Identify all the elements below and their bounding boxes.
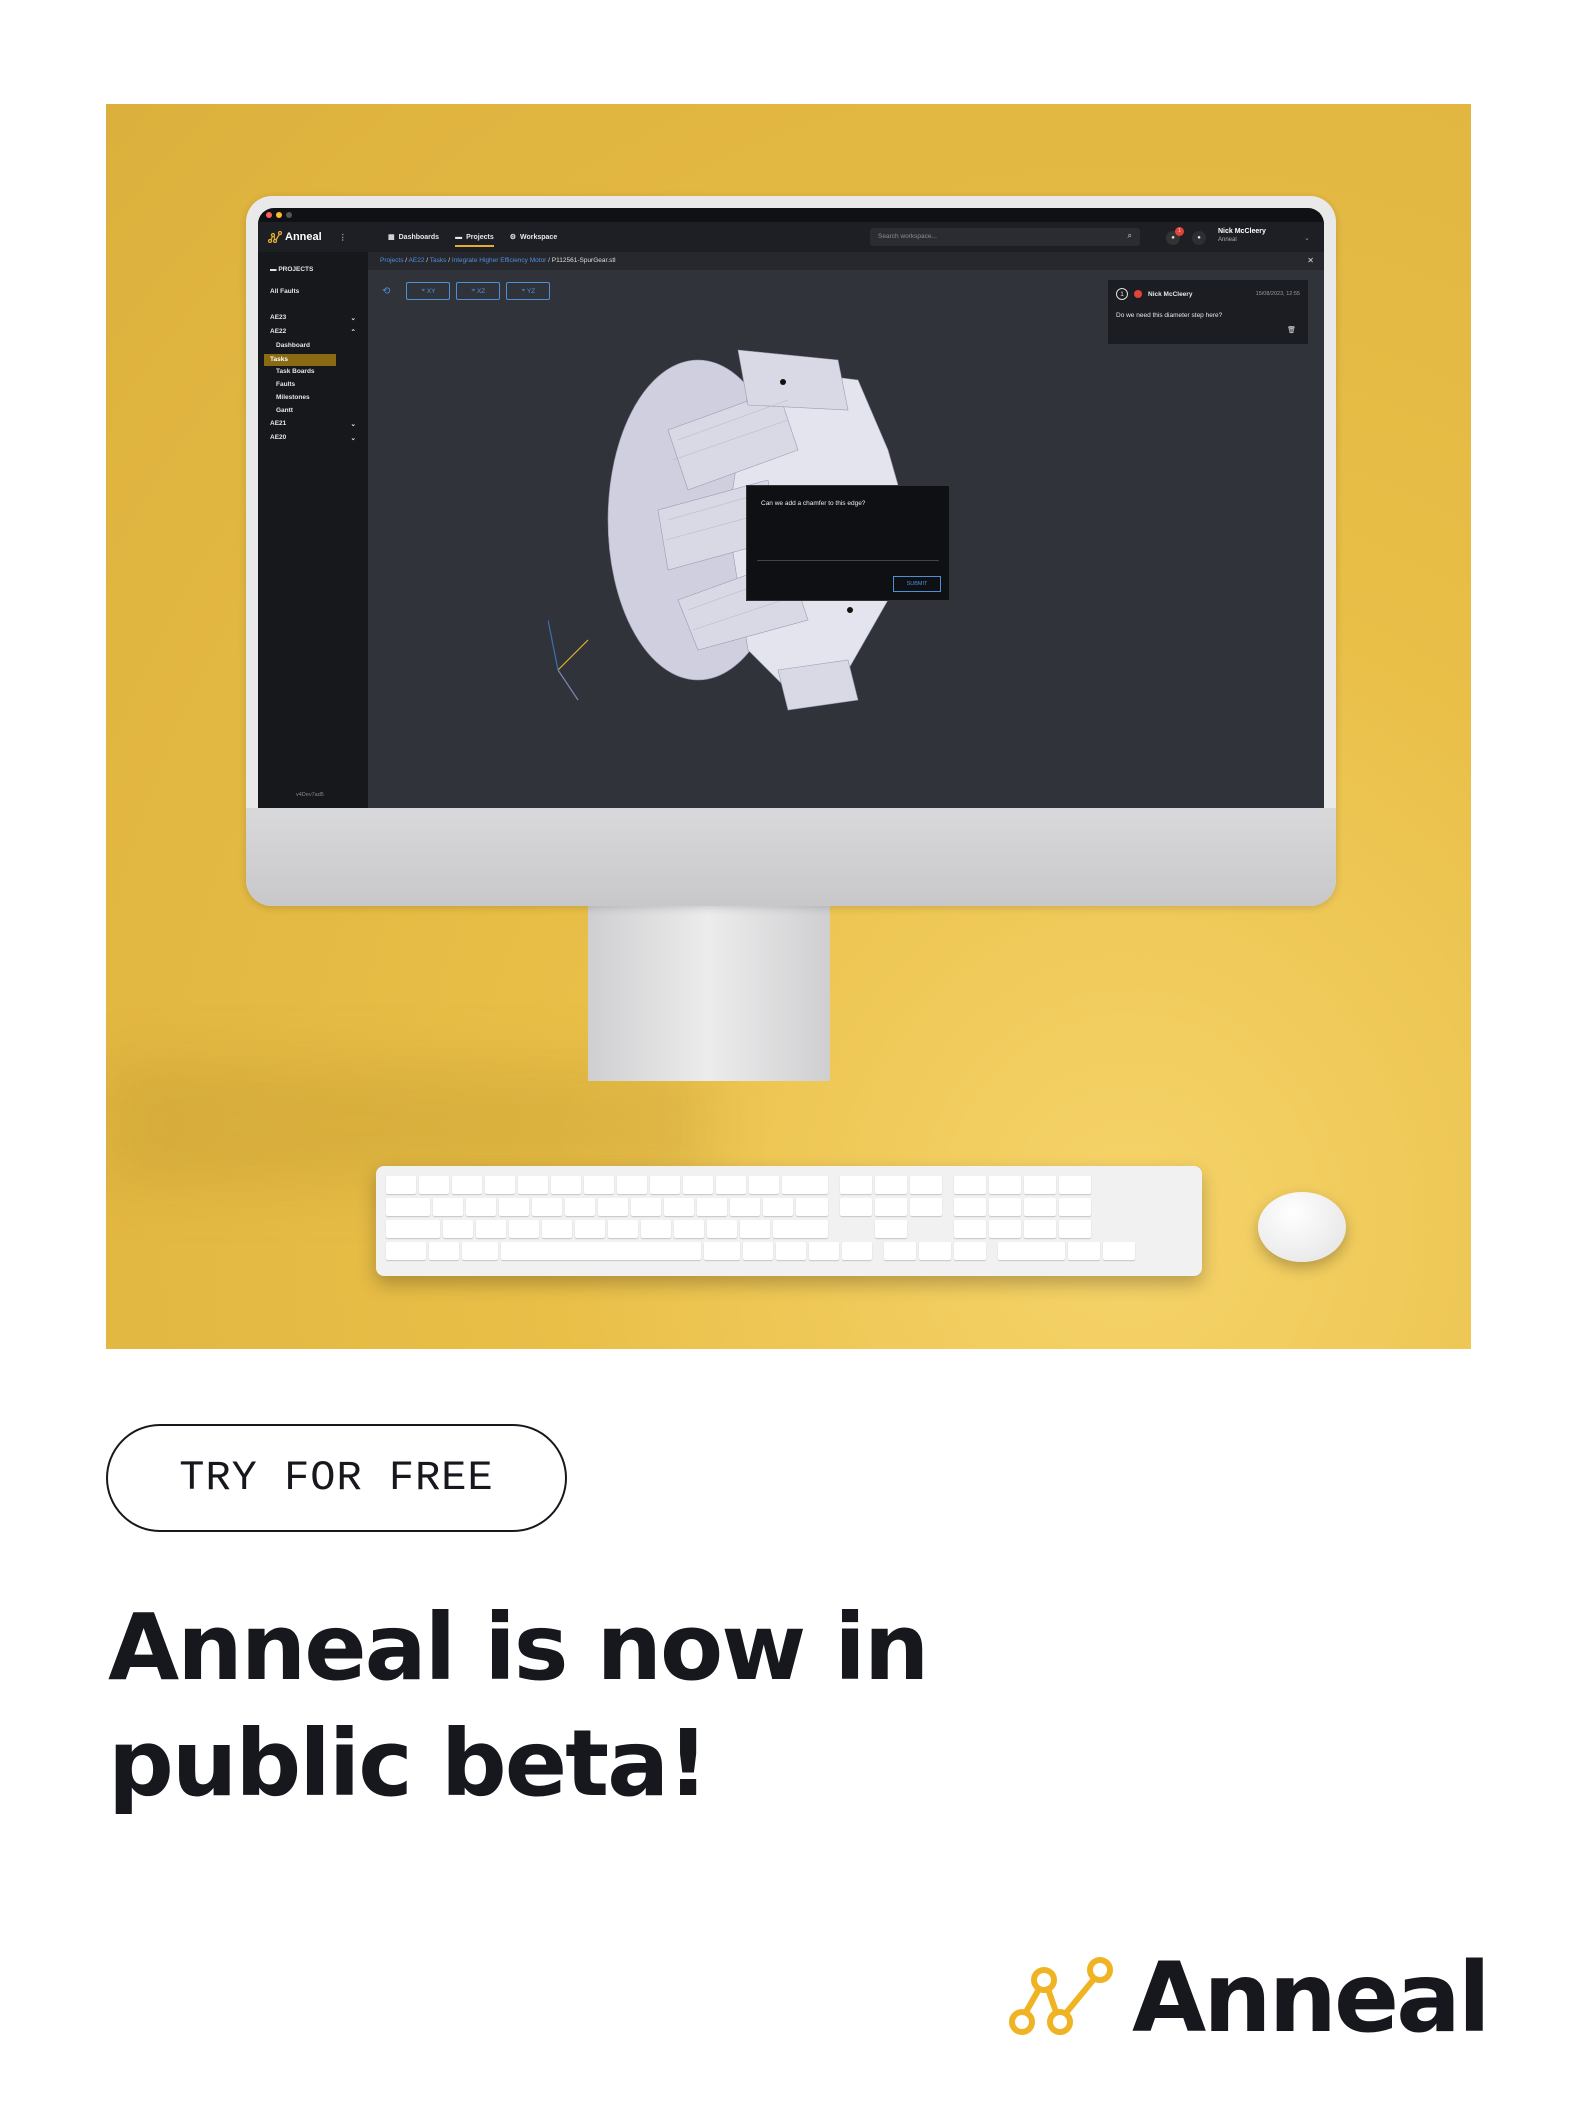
- comment-index: 1: [1116, 288, 1128, 300]
- sidebar-item-gantt[interactable]: Gantt: [276, 407, 293, 414]
- key-row: [386, 1198, 1091, 1216]
- submit-button[interactable]: SUBMIT: [893, 576, 941, 592]
- user-name: Nick McCleery: [1218, 228, 1266, 235]
- screen: Anneal ⋮ ▦ Dashboards ▬ Projects ⚙ Workspac…: [258, 208, 1324, 808]
- breadcrumb-tasks[interactable]: Tasks: [430, 257, 447, 264]
- version-label: v4Dev7ad5: [296, 792, 324, 798]
- view-xy-button[interactable]: ⌖ XY: [406, 282, 451, 300]
- app-logo-text: Anneal: [285, 231, 322, 243]
- view-yz-button[interactable]: ⌖ YZ: [506, 282, 551, 300]
- author-avatar: [1134, 290, 1142, 298]
- breadcrumb: Projects / AE22 / Tasks / Integrate High…: [368, 252, 1324, 270]
- view-xz-button[interactable]: ⌖ XZ: [456, 282, 501, 300]
- headline: Anneal is now in public beta!: [108, 1590, 1208, 1822]
- sidebar-item-all-faults[interactable]: All Faults: [270, 288, 299, 295]
- app-logo[interactable]: Anneal ⋮: [268, 231, 378, 243]
- comment-author: Nick McCleery: [1148, 290, 1193, 298]
- window-controls: [266, 212, 292, 218]
- try-for-free-button[interactable]: TRY FOR FREE: [106, 1424, 567, 1532]
- 3d-viewport[interactable]: ⟲ ⌖ XY ⌖ XZ ⌖ YZ 1 Nick McCleery 15/08/2…: [368, 270, 1324, 808]
- sidebar-item-milestones[interactable]: Milestones: [276, 394, 310, 401]
- key-row: [386, 1176, 1091, 1194]
- nav-workspace-label: Workspace: [520, 233, 558, 241]
- divider: [757, 560, 939, 561]
- chevron-down-icon[interactable]: ⌄: [1304, 234, 1310, 242]
- group-label: AE22: [270, 328, 287, 335]
- sidebar-projects-header[interactable]: ▬ PROJECTS: [270, 266, 313, 273]
- top-bar: Anneal ⋮ ▦ Dashboards ▬ Projects ⚙ Workspac…: [258, 222, 1324, 252]
- grid-icon: ▦: [388, 234, 395, 241]
- maximize-dot[interactable]: [286, 212, 292, 218]
- search-icon[interactable]: ⌕: [1128, 231, 1132, 241]
- user-menu[interactable]: Nick McCleery Anneal: [1218, 228, 1266, 243]
- sidebar: ▬ PROJECTS All Faults AE23 ⌄ AE22 ⌃ Dashbo…: [258, 252, 368, 808]
- anneal-app: Anneal ⋮ ▦ Dashboards ▬ Projects ⚙ Workspac…: [258, 208, 1324, 808]
- search-placeholder: Search workspace...: [878, 233, 937, 240]
- chevron-down-icon: ⌄: [350, 435, 356, 442]
- sidebar-item-dashboard[interactable]: Dashboard: [276, 342, 310, 349]
- sidebar-group-ae22[interactable]: AE22 ⌃: [270, 328, 356, 336]
- search-input[interactable]: Search workspace... ⌕: [870, 228, 1140, 246]
- dialog-prompt-input[interactable]: Can we add a chamfer to this edge?: [761, 500, 935, 507]
- menu-toggle-icon[interactable]: ⋮: [339, 233, 347, 242]
- imac-chin: [246, 808, 1336, 906]
- anneal-logo-icon: [1009, 1957, 1113, 2035]
- view-xy-label: XY: [426, 287, 436, 295]
- brand-logo[interactable]: Anneal: [1008, 1942, 1491, 2054]
- group-label: AE21: [270, 420, 287, 427]
- breadcrumb-projects[interactable]: Projects: [380, 257, 403, 264]
- sidebar-group-ae20[interactable]: AE20 ⌄: [270, 434, 356, 442]
- nav-workspace[interactable]: ⚙ Workspace: [510, 228, 558, 247]
- chevron-down-icon: ⌄: [350, 421, 356, 428]
- folder-icon: ▬: [455, 233, 463, 241]
- chevron-up-icon: ⌃: [350, 329, 356, 336]
- imac-display: Anneal ⋮ ▦ Dashboards ▬ Projects ⚙ Workspac…: [246, 196, 1336, 906]
- notifications-icon[interactable]: ● 1: [1166, 227, 1184, 245]
- minimize-dot[interactable]: [276, 212, 282, 218]
- nav-projects-label: Projects: [466, 233, 494, 241]
- group-label: AE23: [270, 314, 287, 321]
- sidebar-group-ae23[interactable]: AE23 ⌄: [270, 314, 356, 322]
- key-row: [386, 1220, 1091, 1238]
- brand-name: Anneal: [1132, 1942, 1491, 2054]
- chevron-down-icon: ⌄: [350, 315, 356, 322]
- view-xz-label: XZ: [476, 287, 486, 295]
- nav-dashboards[interactable]: ▦ Dashboards: [388, 228, 439, 247]
- mouse: [1258, 1192, 1346, 1262]
- close-icon[interactable]: ✕: [1307, 256, 1314, 265]
- view-toolbar: ⟲ ⌖ XY ⌖ XZ ⌖ YZ: [382, 282, 551, 300]
- sidebar-item-tasks[interactable]: Tasks: [264, 354, 336, 366]
- avatar[interactable]: ●: [1192, 231, 1206, 245]
- anneal-logo-icon: [268, 231, 282, 243]
- sidebar-item-faults[interactable]: Faults: [276, 381, 295, 388]
- notification-badge: 1: [1175, 227, 1184, 236]
- key-row: [386, 1242, 1135, 1260]
- breadcrumb-current: P112561-SpurGear.stl: [551, 257, 616, 264]
- trash-icon[interactable]: 🗑: [1287, 326, 1296, 334]
- comment-card[interactable]: 1 Nick McCleery 15/08/2023, 12:55 Do we …: [1108, 280, 1308, 344]
- sidebar-header-label: PROJECTS: [278, 266, 314, 273]
- headline-line1: Anneal is now in: [108, 1594, 929, 1701]
- headline-line2: public beta!: [108, 1710, 709, 1817]
- breadcrumb-task[interactable]: Integrate Higher Efficiency Motor: [452, 257, 547, 264]
- hero-image: Anneal ⋮ ▦ Dashboards ▬ Projects ⚙ Workspac…: [106, 104, 1471, 1349]
- sidebar-group-ae21[interactable]: AE21 ⌄: [270, 420, 356, 428]
- keyboard: [376, 1166, 1202, 1276]
- sidebar-item-task-boards[interactable]: Task Boards: [276, 368, 315, 375]
- user-org: Anneal: [1218, 237, 1237, 243]
- comment-timestamp: 15/08/2023, 12:55: [1255, 291, 1300, 297]
- rotate-icon[interactable]: ⟲: [382, 286, 390, 297]
- main-nav: ▦ Dashboards ▬ Projects ⚙ Workspace: [388, 228, 557, 247]
- comment-text: Do we need this diameter step here?: [1116, 312, 1223, 319]
- gear-icon: ⚙: [509, 234, 516, 241]
- view-yz-label: YZ: [526, 287, 536, 295]
- group-label: AE20: [270, 434, 287, 441]
- nav-dashboards-label: Dashboards: [398, 233, 440, 241]
- nav-projects[interactable]: ▬ Projects: [455, 234, 494, 247]
- close-dot[interactable]: [266, 212, 272, 218]
- breadcrumb-ae22[interactable]: AE22: [409, 257, 425, 264]
- comment-dialog: Can we add a chamfer to this edge? SUBMI…: [746, 485, 950, 601]
- imac-stand: [588, 906, 830, 1081]
